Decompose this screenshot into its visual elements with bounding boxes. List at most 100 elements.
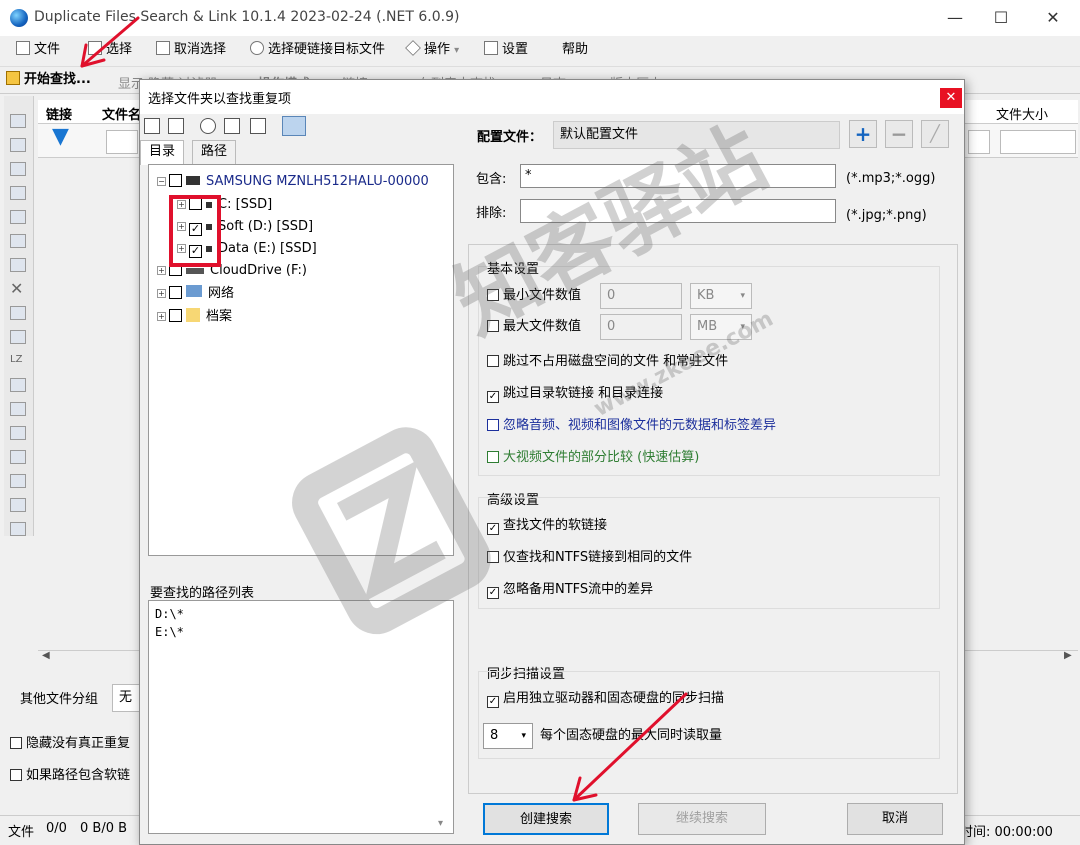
link-icon[interactable] (10, 186, 26, 200)
ignore-ntfs-streams-checkbox[interactable]: ✓ (487, 587, 499, 599)
skip-links-option[interactable]: ✓ 跳过目录软链接 和目录连接 (487, 384, 663, 404)
expand-icon[interactable]: + (157, 266, 166, 275)
find-softlinks-option[interactable]: ✓ 查找文件的软链接 (487, 516, 607, 536)
ignore-meta-option[interactable]: 忽略音频、视频和图像文件的元数据和标签差异 (487, 416, 776, 436)
partial-compare-checkbox[interactable] (487, 451, 499, 463)
column-icon[interactable] (10, 498, 26, 512)
maximize-icon[interactable]: ☐ (978, 2, 1024, 34)
ignore-ntfs-streams-option[interactable]: ✓ 忽略备用NTFS流中的差异 (487, 580, 653, 600)
skip-files-checkbox[interactable] (487, 355, 499, 367)
min-unit-select[interactable]: KB ▾ (690, 283, 752, 309)
monitor-icon[interactable] (282, 116, 306, 136)
column-filename[interactable]: 文件名 (102, 104, 141, 123)
column-icon[interactable] (10, 474, 26, 488)
threads-select[interactable]: 8 ▾ (483, 723, 533, 749)
cancel-button[interactable]: 取消 (847, 803, 943, 835)
expand-icon[interactable]: + (157, 289, 166, 298)
hide-option[interactable]: 隐藏没有真正重复 (10, 732, 130, 751)
column-link[interactable]: 链接 (46, 104, 72, 123)
network-drive-icon[interactable] (224, 118, 240, 134)
path-item[interactable]: D:\* (155, 605, 447, 623)
include-input[interactable]: * (520, 164, 836, 188)
filename-filter-input[interactable] (106, 130, 138, 154)
size-filter-input-left[interactable] (968, 130, 990, 154)
menu-help[interactable]: 帮助 (562, 40, 588, 60)
column-icon[interactable] (10, 450, 26, 464)
eye-icon[interactable] (10, 114, 26, 128)
filter-icon[interactable]: ▼ (52, 124, 69, 149)
tab-directory[interactable]: 目录 (140, 140, 185, 165)
move-icon[interactable] (10, 330, 26, 344)
delete-icon[interactable]: ✕ (10, 281, 26, 297)
copy-icon[interactable] (10, 162, 26, 176)
dialog-close-button[interactable]: ✕ (940, 88, 962, 108)
continue-search-button[interactable]: 继续搜索 (638, 803, 766, 835)
min-size-input[interactable]: 0 (600, 283, 682, 309)
tree-checkbox[interactable] (169, 286, 182, 299)
ntfs-same-checkbox[interactable] (487, 551, 499, 563)
tree-node-network[interactable]: + 网络 (157, 283, 234, 305)
hide-option-checkbox[interactable] (10, 737, 22, 749)
max-size-input[interactable]: 0 (600, 314, 682, 340)
find-softlinks-checkbox[interactable]: ✓ (487, 523, 499, 535)
create-search-button[interactable]: 创建搜索 (483, 803, 609, 835)
tree-checkbox[interactable] (169, 174, 182, 187)
close-icon[interactable]: ✕ (1030, 2, 1076, 34)
tree-node-archive[interactable]: + 档案 (157, 306, 232, 328)
filter-column-icon[interactable] (10, 426, 26, 440)
scroll-left-icon[interactable]: ◀ (42, 650, 50, 661)
tree-icon[interactable] (10, 234, 26, 248)
size-filter-input[interactable] (1000, 130, 1076, 154)
scroll-right-icon[interactable]: ▶ (1064, 650, 1072, 661)
max-unit-select[interactable]: MB ▾ (690, 314, 752, 340)
edit-profile-button[interactable]: ╱ (921, 120, 949, 148)
ignore-meta-checkbox[interactable] (487, 419, 499, 431)
menu-deselect[interactable]: 取消选择 (156, 40, 226, 60)
tree-icon[interactable] (10, 258, 26, 272)
tree-icon[interactable] (10, 210, 26, 224)
user-icon[interactable] (200, 118, 216, 134)
column-icon[interactable] (10, 402, 26, 416)
min-size-checkbox[interactable] (487, 289, 499, 301)
softlink-option[interactable]: 如果路径包含软链 (10, 764, 130, 783)
usb-drive-icon[interactable] (250, 118, 266, 134)
copy-icon[interactable] (10, 378, 26, 392)
path-list[interactable]: D:\* E:\* (148, 600, 454, 834)
menu-select-hardlink[interactable]: 选择硬链接目标文件 (250, 40, 385, 60)
menu-select[interactable]: 选择 (88, 40, 132, 60)
max-size-option[interactable]: 最大文件数值 (487, 317, 581, 337)
recycle-icon[interactable] (10, 306, 26, 320)
profile-select[interactable]: 默认配置文件 (553, 121, 840, 149)
column-filesize[interactable]: 文件大小 (996, 104, 1048, 123)
other-group-select[interactable]: 无 (112, 684, 140, 712)
add-profile-button[interactable]: + (849, 120, 877, 148)
menu-operations[interactable]: 操作 ▾ (405, 40, 459, 60)
menu-file[interactable]: 文件 (16, 40, 60, 60)
sync-enable-option[interactable]: ✓ 启用独立驱动器和固态硬盘的同步扫描 (487, 689, 724, 709)
minimize-icon[interactable]: — (932, 2, 978, 34)
sync-enable-checkbox[interactable]: ✓ (487, 696, 499, 708)
remove-profile-button[interactable]: − (885, 120, 913, 148)
partial-compare-option[interactable]: 大视频文件的部分比较 (快速估算) (487, 448, 699, 468)
max-size-checkbox[interactable] (487, 320, 499, 332)
tree-node-disk[interactable]: − SAMSUNG MZNLH512HALU-00000 (157, 171, 429, 193)
collapse-icon[interactable]: − (157, 177, 166, 186)
scroll-down-icon[interactable]: ▾ (438, 818, 443, 829)
compress-icon[interactable]: LZ (10, 354, 26, 368)
start-search-button[interactable]: 开始查找... (6, 68, 91, 92)
softlink-option-checkbox[interactable] (10, 769, 22, 781)
path-item[interactable]: E:\* (155, 623, 447, 641)
expand-icon[interactable]: + (157, 312, 166, 321)
ntfs-same-option[interactable]: 仅查找和NTFS链接到相同的文件 (487, 548, 692, 568)
expand-all-icon[interactable] (144, 118, 160, 134)
skip-files-option[interactable]: 跳过不占用磁盘空间的文件 和常驻文件 (487, 352, 728, 372)
menu-settings[interactable]: 设置 (484, 40, 528, 60)
grid-icon[interactable] (10, 522, 26, 536)
skip-links-checkbox[interactable]: ✓ (487, 391, 499, 403)
min-size-option[interactable]: 最小文件数值 (487, 286, 581, 306)
exclude-input[interactable] (520, 199, 836, 223)
check-all-icon[interactable] (168, 118, 184, 134)
copy-icon[interactable] (10, 138, 26, 152)
tab-path[interactable]: 路径 (192, 140, 237, 164)
tree-checkbox[interactable] (169, 309, 182, 322)
